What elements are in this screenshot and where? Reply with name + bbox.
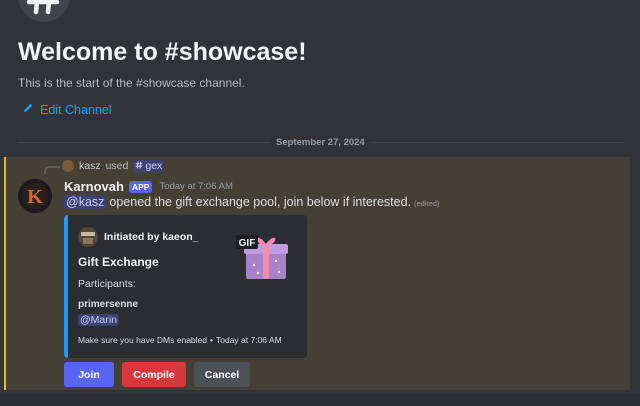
slash-command-name: gex (145, 160, 163, 172)
user-mention[interactable]: @kasz (64, 195, 107, 209)
edit-channel-link[interactable]: Edit Channel (22, 102, 112, 117)
action-buttons: Join Compile Cancel (64, 362, 250, 387)
edit-channel-label: Edit Channel (40, 102, 112, 117)
gift-box-thumbnail[interactable]: GIF (236, 227, 292, 283)
embed-footer-separator: • (210, 335, 213, 345)
embed-author-name: Initiated by kaeon_ (104, 231, 199, 243)
welcome-title: Welcome to #showcase! (18, 38, 307, 66)
embed-footer-time: Today at 7:06 AM (215, 335, 282, 345)
message-body: @kasz opened the gift exchange pool, joi… (64, 195, 439, 209)
message-text: opened the gift exchange pool, join belo… (109, 195, 412, 209)
app-badge: APP (128, 180, 153, 193)
participant-name: primersenne (78, 299, 139, 310)
slash-command-chip[interactable]: gex (133, 160, 165, 172)
reply-context[interactable]: kasz used gex (62, 160, 165, 172)
reply-username[interactable]: kasz (79, 160, 101, 172)
author-name[interactable]: Karnovah (64, 179, 124, 194)
bottom-strip (0, 394, 640, 406)
message-header: Karnovah APP Today at 7:06 AM (64, 179, 233, 194)
author-avatar[interactable]: K (18, 179, 52, 213)
gift-exchange-embed: Initiated by kaeon_ Gift Exchange Partic… (64, 215, 307, 358)
reply-spine (44, 166, 60, 174)
svg-text:K: K (27, 186, 43, 208)
channel-hash-icon (18, 0, 70, 22)
join-button[interactable]: Join (64, 362, 114, 387)
message-timestamp[interactable]: Today at 7:06 AM (159, 181, 232, 192)
compile-button[interactable]: Compile (122, 362, 186, 387)
reply-verb: used (105, 160, 129, 172)
slash-command-icon (135, 160, 143, 172)
embed-description: Participants: (78, 278, 136, 290)
embed-footer-text: Make sure you have DMs enabled (78, 335, 207, 345)
highlighted-message[interactable]: kasz used gex K Karnovah APP Today at 7:… (4, 157, 630, 390)
edited-tag: (edited) (414, 199, 440, 208)
cancel-button[interactable]: Cancel (194, 362, 250, 387)
embed-author: Initiated by kaeon_ (78, 227, 199, 247)
embed-footer: Make sure you have DMs enabled • Today a… (78, 335, 282, 345)
reply-avatar (62, 160, 74, 172)
pencil-icon (22, 102, 34, 117)
date-divider-label: September 27, 2024 (270, 137, 371, 148)
welcome-subtitle: This is the start of the #showcase chann… (18, 76, 245, 90)
embed-author-avatar (78, 227, 98, 247)
embed-title: Gift Exchange (78, 255, 159, 269)
participant-mention[interactable]: @Marin (78, 314, 119, 326)
gif-label: GIF (239, 238, 256, 249)
